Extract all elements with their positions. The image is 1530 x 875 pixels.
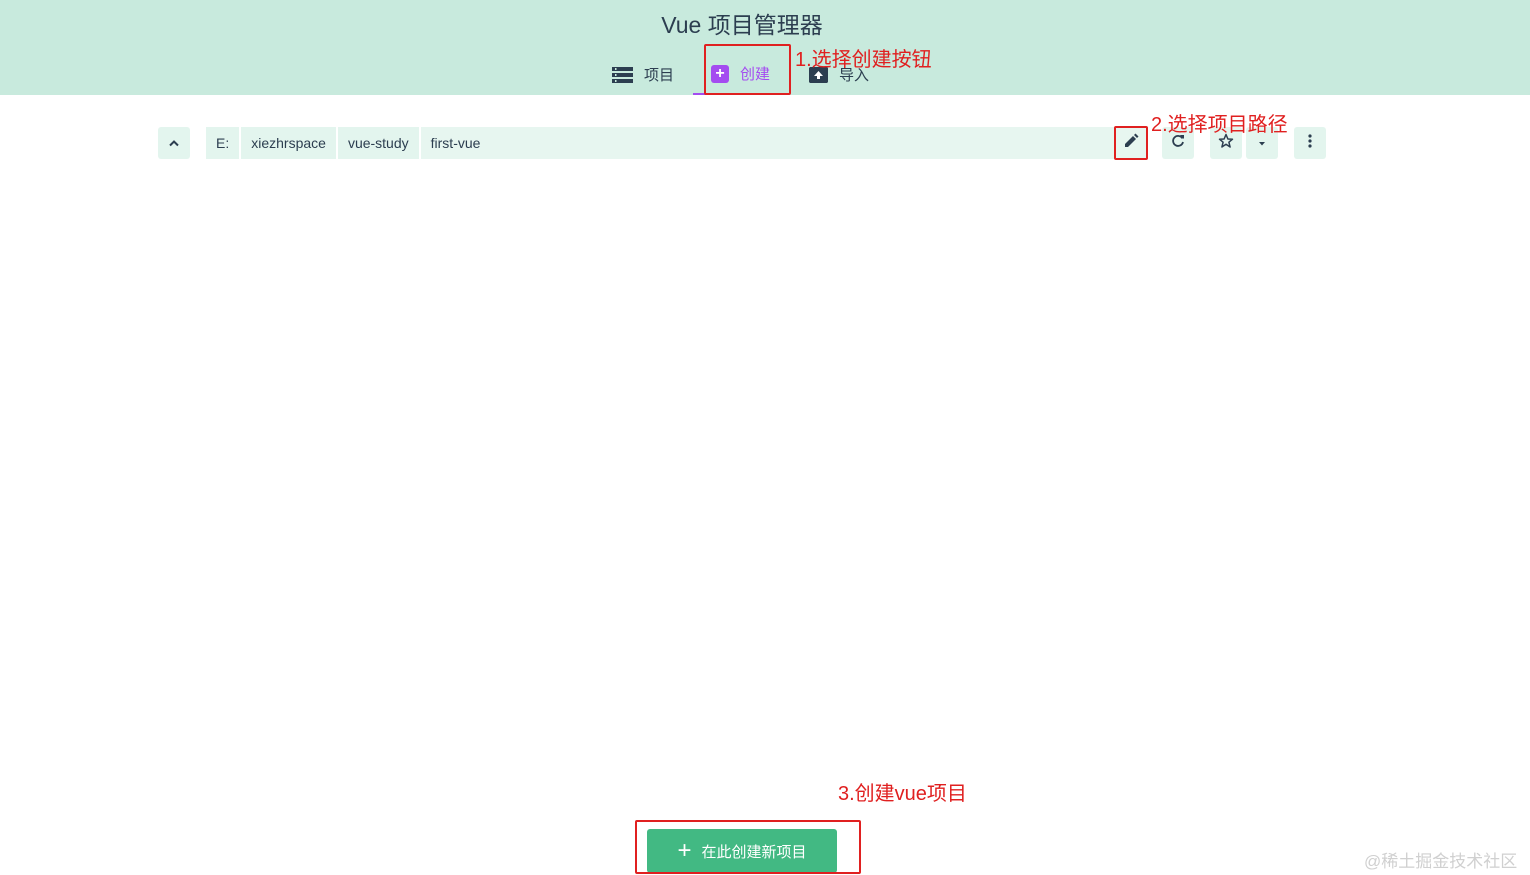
path-crumb-first-vue[interactable]: first-vue [421,127,491,159]
annotation-box-create-button [635,820,861,874]
chevron-up-icon [168,134,180,152]
annotation-box-edit-path [1114,126,1148,160]
page-title: Vue 项目管理器 [661,12,823,38]
path-crumb-vue-study[interactable]: vue-study [337,127,421,159]
folder-path-bar: E: xiezhrspace vue-study first-vue [206,127,1146,159]
list-icon [612,66,633,83]
more-vert-icon [1308,133,1312,153]
tab-projects[interactable]: 项目 [612,54,674,95]
annotation-step2: 2.选择项目路径 [1151,114,1288,136]
annotation-box-create-tab [704,44,791,95]
path-crumb-drive[interactable]: E: [206,127,242,159]
annotation-step1: 1.选择创建按钮 [795,49,932,71]
watermark: @稀土掘金技术社区 [1364,852,1518,871]
annotation-step3: 3.创建vue项目 [838,783,967,805]
path-crumb-xiezhrspace[interactable]: xiezhrspace [241,127,338,159]
more-options-button[interactable] [1294,127,1326,159]
tab-projects-label: 项目 [644,67,675,84]
folder-up-button[interactable] [158,127,190,159]
